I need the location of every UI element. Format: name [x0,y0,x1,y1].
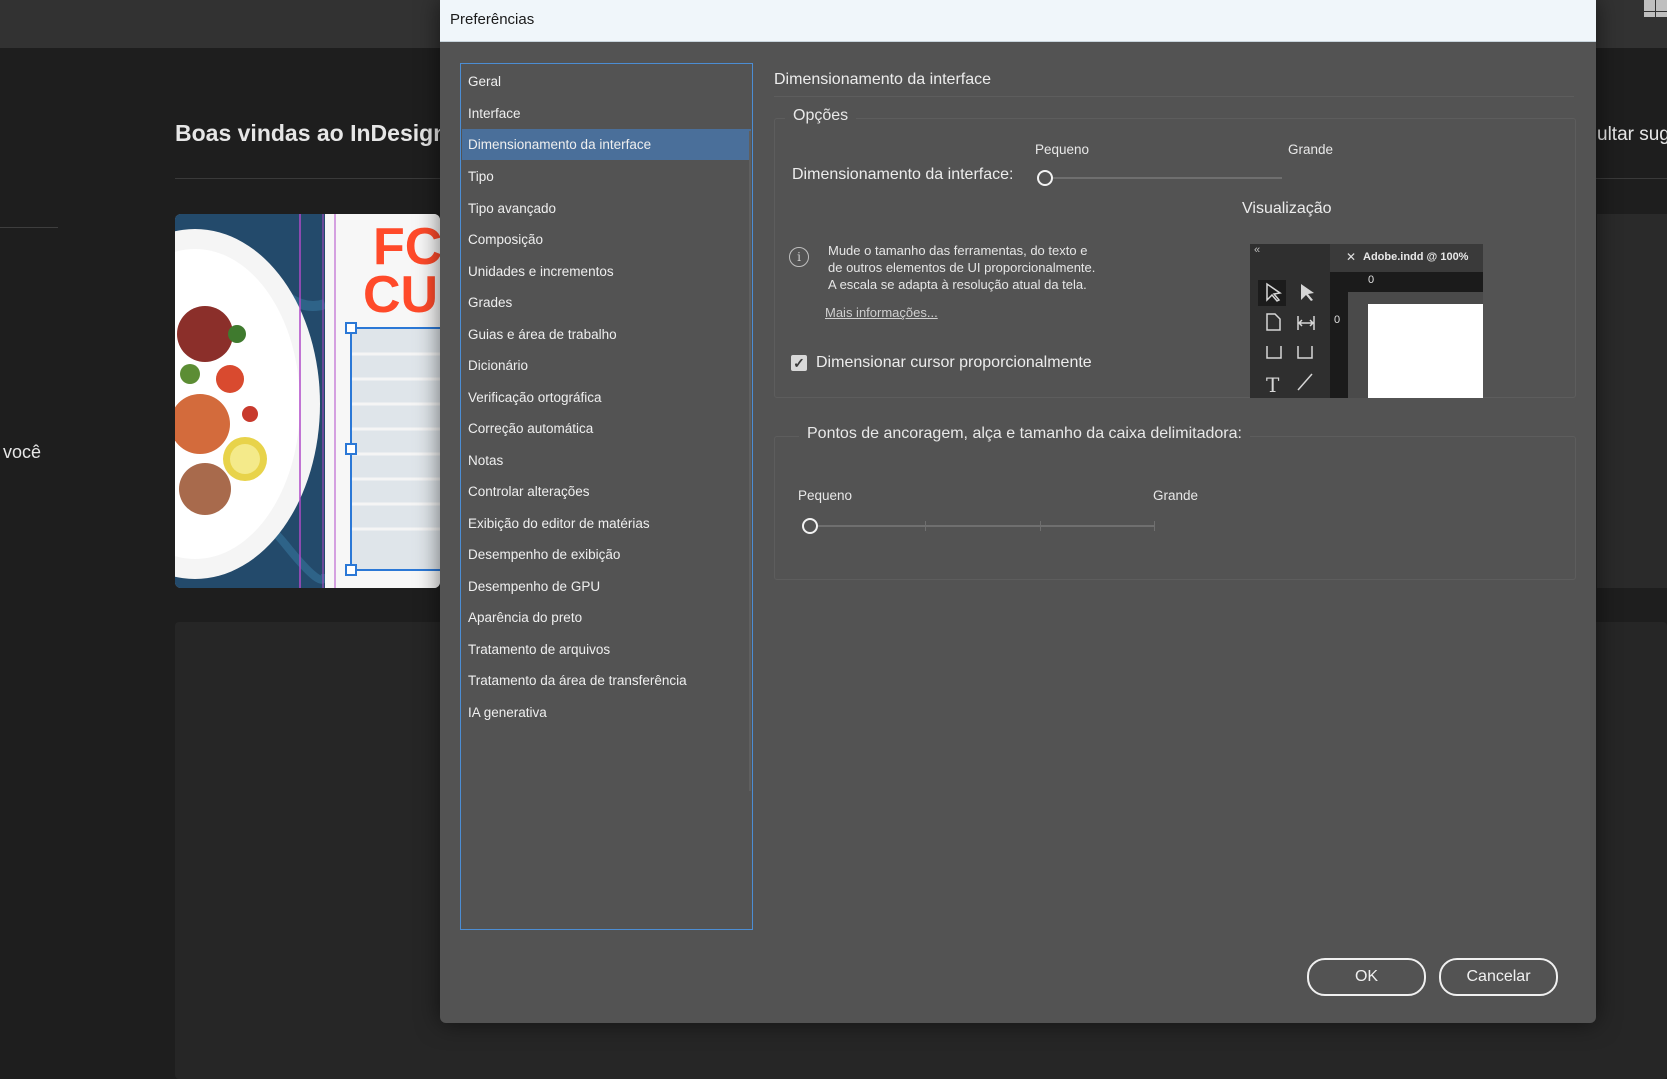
category-item-desempenho-gpu[interactable]: Desempenho de GPU [462,571,751,602]
category-item-tipo-avancado[interactable]: Tipo avançado [462,193,751,224]
category-item-interface[interactable]: Interface [462,98,751,129]
section-title: Dimensionamento da interface [774,71,992,88]
info-text-line-3: A escala se adapta à resolução atual da … [828,277,1087,292]
options-group-title: Opções [785,107,857,125]
scale-cursor-checkbox[interactable]: ✓ [791,355,807,371]
suggestion-link[interactable]: ultar suge [1597,124,1667,146]
preview-label: Visualização [1242,200,1332,217]
anchor-min-label: Pequeno [798,488,853,503]
scaling-preview: « T ✕ Adobe.indd @ 100% 0 0 [1250,244,1483,398]
category-item-unidades[interactable]: Unidades e incrementos [462,256,751,287]
category-list[interactable]: Geral Interface Dimensionamento da inter… [460,63,753,930]
preview-doc-tab: ✕ Adobe.indd @ 100% [1330,244,1483,272]
left-divider [0,227,58,228]
anchor-slider-tick [1040,521,1041,531]
category-item-tipo[interactable]: Tipo [462,161,751,192]
category-item-grades[interactable]: Grades [462,287,751,318]
category-item-desempenho-exibicao[interactable]: Desempenho de exibição [462,539,751,570]
preview-tab-title: Adobe.indd @ 100% [1363,251,1469,263]
preview-toolbar: « T [1250,244,1331,398]
anchor-slider-thumb[interactable] [802,518,818,534]
category-item-verificacao[interactable]: Verificação ortográfica [462,382,751,413]
scale-min-label: Pequeno [1035,142,1090,157]
anchor-slider-tick [925,521,926,531]
category-item-geral[interactable]: Geral [462,66,751,97]
scale-max-label: Grande [1288,142,1334,157]
category-item-ia-generativa[interactable]: IA generativa [462,697,751,728]
preview-ruler-v-zero: 0 [1334,314,1341,326]
section-divider [774,96,1574,97]
dialog-titlebar[interactable]: Preferências [440,0,1596,42]
preview-tab-close-icon: ✕ [1346,250,1357,264]
preview-page [1368,304,1483,398]
category-list-scrollbar[interactable] [749,131,751,791]
welcome-heading: Boas vindas ao InDesign, V [175,120,476,146]
category-item-dimensionamento[interactable]: Dimensionamento da interface [462,129,751,160]
category-item-tratamento-arquivos[interactable]: Tratamento de arquivos [462,634,751,665]
info-text-line-1: Mude o tamanho das ferramentas, do texto… [828,243,1088,258]
category-item-transferencia[interactable]: Tratamento da área de transferência [462,665,751,696]
category-item-notas[interactable]: Notas [462,445,751,476]
category-item-correcao[interactable]: Correção automática [462,413,751,444]
preview-pasteboard [1348,292,1483,398]
apps-grid-icon[interactable] [1639,0,1667,20]
more-info-link[interactable]: Mais informações... [825,305,938,320]
category-item-controlar[interactable]: Controlar alterações [462,476,751,507]
scale-slider-label: Dimensionamento da interface: [792,166,1014,183]
cancel-button[interactable]: Cancelar [1439,958,1558,996]
card-heading-2: CU [363,266,438,324]
left-panel-text: você [3,442,42,462]
background-card-right [1597,214,1667,588]
info-icon: i [789,247,809,267]
category-item-aparencia-preto[interactable]: Aparência do preto [462,602,751,633]
category-item-editor-materias[interactable]: Exibição do editor de matérias [462,508,751,539]
food-template-image: FC CU [175,214,440,588]
scale-slider-thumb[interactable] [1037,170,1053,186]
anchor-group-title: Pontos de ancoragem, alça e tamanho da c… [799,425,1250,443]
scale-cursor-label[interactable]: Dimensionar cursor proporcionalmente [816,354,1092,372]
anchor-slider-tick [1154,521,1155,531]
scale-slider-track[interactable] [1046,177,1282,179]
preview-tool-icons: T [1266,282,1315,397]
anchor-slider-track[interactable] [810,525,1155,527]
info-text-line-2: de outros elementos de UI proporcionalme… [828,260,1096,275]
preferences-dialog: Preferências Geral Interface Dimensionam… [440,0,1596,1023]
dialog-title: Preferências [450,11,535,28]
preview-ruler-horizontal: 0 [1330,272,1483,292]
category-item-composicao[interactable]: Composição [462,224,751,255]
category-item-guias[interactable]: Guias e área de trabalho [462,319,751,350]
template-thumbnail-card[interactable]: FC CU [175,214,440,588]
anchor-group: Pontos de ancoragem, alça e tamanho da c… [774,425,1576,580]
preview-ruler-vertical: 0 [1330,292,1348,398]
category-item-dicionario[interactable]: Dicionário [462,350,751,381]
preview-ruler-h-zero: 0 [1368,274,1375,286]
ok-button[interactable]: OK [1307,958,1426,996]
anchor-max-label: Grande [1153,488,1199,503]
svg-text:T: T [1266,373,1280,397]
